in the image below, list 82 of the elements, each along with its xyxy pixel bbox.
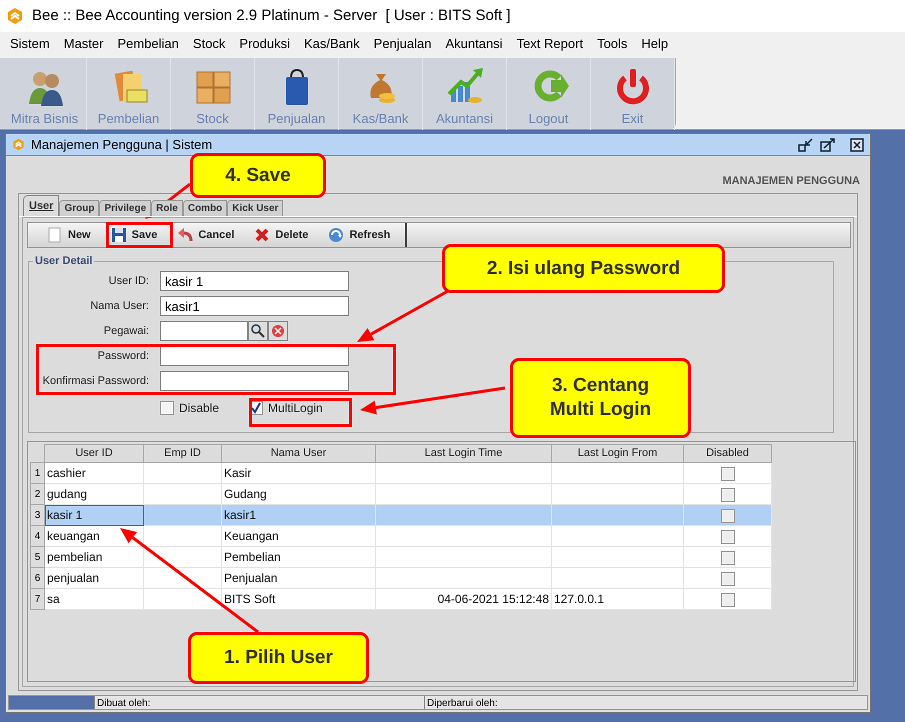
checkbox[interactable] (720, 508, 734, 523)
app-logo-icon (12, 138, 25, 151)
column-header[interactable]: User ID (44, 444, 144, 462)
cross-x-icon (254, 227, 270, 243)
field-label: User ID: (108, 274, 149, 289)
row-number: 6 (30, 568, 44, 588)
table-cell: 127.0.0.1 (552, 588, 684, 610)
field-label: Konfirmasi Password: (42, 374, 149, 389)
menu-item[interactable]: Sistem (3, 32, 57, 56)
blank-page-icon (47, 227, 63, 243)
table-cell: sa (44, 588, 144, 610)
callout: 4. Save (190, 153, 326, 198)
input-field[interactable]: kasir 1 (160, 271, 349, 291)
checkbox[interactable] (720, 592, 734, 607)
menu-item[interactable]: Produksi (232, 32, 297, 56)
input-field[interactable] (160, 371, 349, 391)
column-header[interactable]: Emp ID (144, 444, 222, 462)
row-number: 3 (30, 504, 44, 526)
window-title: Bee :: Bee Accounting version 2.9 Platinum - Server [ User : BITS Soft ] (32, 6, 511, 26)
field-label: Nama User: (89, 298, 149, 314)
row-number: 1 (30, 462, 44, 484)
tab[interactable]: Privilege (99, 200, 152, 216)
app-logo-icon (6, 7, 24, 25)
table-cell: BITS Soft (222, 588, 376, 610)
section-header: MANAJEMEN PENGGUNA (722, 174, 860, 189)
menu-item[interactable]: Tools (590, 32, 634, 56)
input-field[interactable] (160, 321, 248, 341)
callout: 1. Pilih User (188, 632, 369, 684)
checkbox[interactable] (720, 530, 734, 544)
menu-item[interactable]: Text Report (510, 32, 590, 56)
menu-item[interactable]: Master (56, 32, 110, 56)
highlight-frame (106, 222, 173, 248)
undo-arrow-icon (177, 227, 194, 243)
tab[interactable]: Kick User (227, 200, 284, 216)
tab[interactable]: Role (151, 200, 183, 216)
checkbox[interactable] (720, 550, 734, 565)
row-number: 7 (30, 588, 44, 610)
search-icon[interactable] (248, 321, 268, 341)
menu-item[interactable]: Pembelian (110, 32, 186, 56)
checkbox[interactable] (720, 572, 734, 586)
toolbar-button[interactable]: Cancel (172, 224, 240, 246)
checkbox-label: MultiLogin (268, 400, 323, 417)
status-text: Diperbarui oleh: (426, 697, 498, 709)
field-label: Pegawai: (102, 324, 149, 339)
checkbox[interactable] (720, 466, 734, 481)
table-cell: gudang (44, 484, 144, 504)
menu-item[interactable]: Akuntansi (438, 32, 510, 56)
frame-title: Manajemen Pengguna | Sistem (31, 136, 212, 154)
menu-item[interactable]: Stock (186, 32, 232, 56)
clear-icon[interactable] (268, 321, 288, 341)
row-number: 5 (30, 546, 44, 568)
callout: 2. Isi ulang Password (442, 244, 725, 293)
refresh-icon (328, 227, 344, 243)
tab[interactable]: User (23, 195, 60, 216)
status-text: Dibuat oleh: (95, 696, 425, 709)
tab[interactable]: Group (59, 200, 100, 216)
tab[interactable]: Combo (182, 200, 228, 216)
column-header[interactable]: Last Login Time (376, 444, 552, 462)
callout: 3. Centang Multi Login (510, 358, 691, 438)
column-header[interactable]: Disabled (684, 444, 772, 462)
column-header[interactable]: Last Login From (552, 444, 684, 462)
checkbox-label: Disable (179, 400, 220, 417)
checkbox[interactable] (160, 401, 174, 415)
toolbar-button[interactable]: Save (106, 224, 162, 246)
minimize-icon[interactable] (798, 138, 814, 152)
row-number: 4 (30, 526, 44, 546)
table-cell: kasir 1 (44, 504, 144, 526)
column-header[interactable]: Nama User (222, 444, 376, 462)
checkbox[interactable] (720, 488, 734, 502)
toolbar-button[interactable]: Refresh (323, 224, 396, 246)
row-number: 2 (30, 484, 44, 504)
toolbar-button[interactable]: New (42, 224, 96, 246)
close-icon[interactable] (850, 138, 864, 152)
menu-item[interactable]: Help (634, 32, 676, 56)
field-label: Password: (96, 348, 149, 364)
input-field[interactable] (160, 346, 349, 366)
menu-item[interactable]: Kas/Bank (297, 32, 367, 56)
input-field[interactable]: kasir1 (160, 296, 349, 316)
maximize-icon[interactable] (820, 138, 836, 152)
table-cell: 04-06-2021 15:12:48 (376, 588, 552, 610)
toolbar-button[interactable]: Delete (249, 224, 314, 246)
menu-item[interactable]: Penjualan (366, 32, 438, 56)
